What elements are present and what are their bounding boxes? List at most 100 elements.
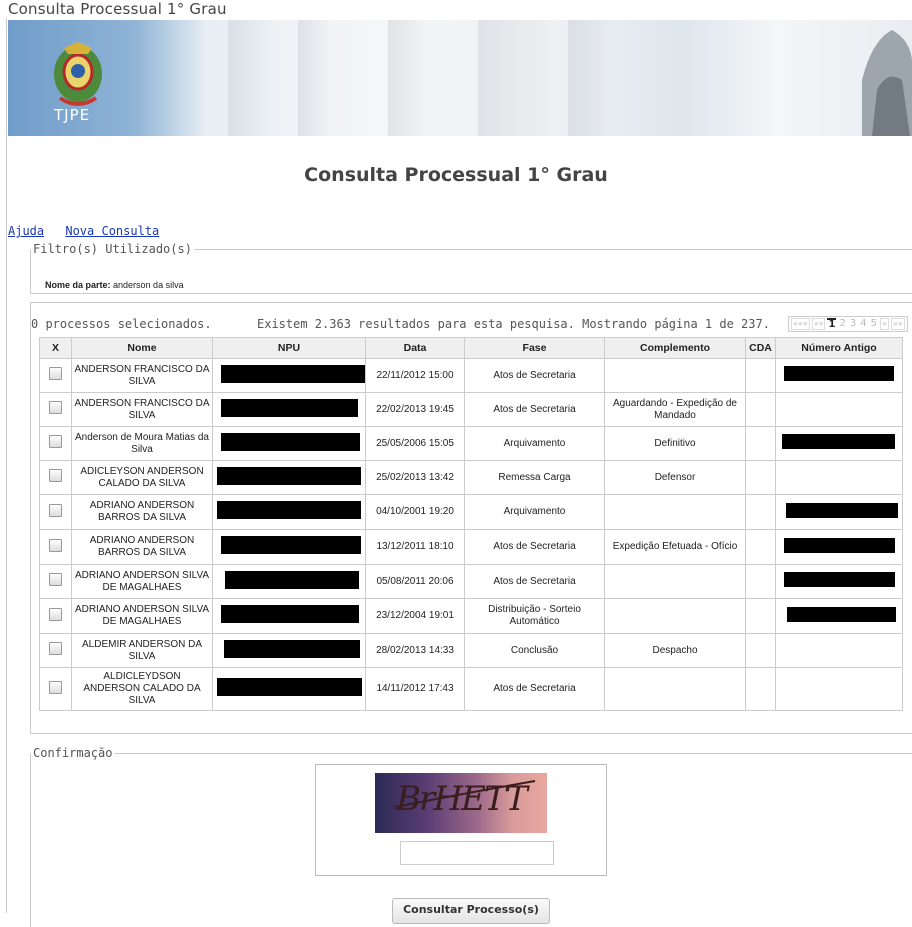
cell-npu xyxy=(212,460,366,495)
col-header-complemento[interactable]: Complemento xyxy=(604,337,746,359)
cell-complemento xyxy=(604,494,746,530)
redacted-npu xyxy=(224,639,360,658)
coat-of-arms-icon xyxy=(54,42,102,106)
captcha-text: BrHETT xyxy=(396,779,528,819)
cell-nome: ALDICLEYDSON ANDERSON CALADO DA SILVA xyxy=(71,667,213,711)
cell-cda xyxy=(745,529,776,565)
row-checkbox[interactable] xyxy=(49,401,62,414)
cell-numero-antigo xyxy=(775,633,903,668)
window-title: Consulta Processual 1° Grau xyxy=(8,0,227,18)
next-page-button[interactable]: » xyxy=(879,318,889,330)
row-checkbox-cell xyxy=(39,392,72,427)
row-checkbox[interactable] xyxy=(49,573,62,586)
page-link-4[interactable]: 4 xyxy=(859,319,867,329)
table-row: Anderson de Moura Matias da Silva 25/05/2… xyxy=(39,426,903,461)
cell-complemento: Aguardando - Expedição de Mandado xyxy=(604,392,746,427)
cell-complemento: Expedição Efetuada - Ofício xyxy=(604,529,746,565)
confirmation-legend: Confirmação xyxy=(33,746,113,760)
cell-complemento: Defensor xyxy=(604,460,746,495)
filter-fieldset: Filtro(s) Utilizado(s) Nome da parte: an… xyxy=(30,242,912,294)
table-row: ADRIANO ANDERSON BARROS DA SILVA 13/12/20… xyxy=(39,529,903,565)
redacted-npu xyxy=(221,605,359,623)
cell-numero-antigo xyxy=(775,598,903,634)
cell-fase: Atos de Secretaria xyxy=(464,392,605,427)
cell-cda xyxy=(745,667,776,711)
cell-data: 04/10/2001 19:20 xyxy=(365,494,465,530)
row-checkbox[interactable] xyxy=(49,642,62,655)
row-checkbox[interactable] xyxy=(49,469,62,482)
col-header-nome[interactable]: Nome xyxy=(71,337,213,359)
left-border xyxy=(6,18,7,913)
cell-data: 25/05/2006 15:05 xyxy=(365,426,465,461)
cell-data: 25/02/2013 13:42 xyxy=(365,460,465,495)
table-row: ANDERSON FRANCISCO DA SILVA 22/11/2012 15… xyxy=(39,358,903,393)
redacted-npu xyxy=(221,432,360,451)
first-page-button[interactable]: ««« xyxy=(791,318,810,330)
cell-nome: ADICLEYSON ANDERSON CALADO DA SILVA xyxy=(71,460,213,495)
cell-npu xyxy=(212,564,366,599)
page-link-1[interactable]: 1 xyxy=(827,318,837,330)
cell-cda xyxy=(745,494,776,530)
col-header-fase[interactable]: Fase xyxy=(464,337,605,359)
cell-cda xyxy=(745,598,776,634)
table-header-row: X Nome NPU Data Fase Complemento CDA Núm… xyxy=(39,337,903,359)
cell-nome: ADRIANO ANDERSON BARROS DA SILVA xyxy=(71,494,213,530)
row-checkbox[interactable] xyxy=(49,680,62,694)
cell-numero-antigo xyxy=(775,529,903,565)
redacted-numero-antigo xyxy=(784,572,895,587)
row-checkbox[interactable] xyxy=(49,503,62,517)
statue-image xyxy=(862,30,912,136)
col-header-numero-antigo[interactable]: Número Antigo xyxy=(775,337,903,359)
cell-data: 05/08/2011 20:06 xyxy=(365,564,465,599)
row-checkbox[interactable] xyxy=(49,538,62,552)
redacted-npu xyxy=(225,570,359,589)
table-row: ADRIANO ANDERSON SILVA DE MAGALHAES 05/08… xyxy=(39,564,903,599)
row-checkbox[interactable] xyxy=(49,435,62,448)
cell-fase: Atos de Secretaria xyxy=(464,358,605,393)
page-link-3[interactable]: 3 xyxy=(849,319,857,329)
col-header-x[interactable]: X xyxy=(39,337,72,359)
help-link[interactable]: Ajuda xyxy=(8,224,44,238)
top-links: Ajuda Nova Consulta xyxy=(8,224,173,238)
cell-npu xyxy=(212,667,366,711)
cell-numero-antigo xyxy=(775,494,903,530)
redacted-npu xyxy=(221,398,358,417)
cell-complemento: Definitivo xyxy=(604,426,746,461)
cell-data: 28/02/2013 14:33 xyxy=(365,633,465,668)
cell-data: 22/02/2013 19:45 xyxy=(365,392,465,427)
redacted-npu xyxy=(217,501,361,519)
table-row: ADICLEYSON ANDERSON CALADO DA SILVA 25/02… xyxy=(39,460,903,495)
last-page-button[interactable]: »» xyxy=(890,318,905,330)
new-search-link[interactable]: Nova Consulta xyxy=(65,224,159,238)
cell-complemento xyxy=(604,358,746,393)
redacted-numero-antigo xyxy=(782,434,895,449)
filter-value: anderson da silva xyxy=(113,280,184,290)
redacted-numero-antigo xyxy=(784,537,895,553)
header-banner: TJPE xyxy=(8,20,912,136)
captcha-input[interactable] xyxy=(400,841,554,865)
page-link-5[interactable]: 5 xyxy=(870,319,878,329)
col-header-data[interactable]: Data xyxy=(365,337,465,359)
cell-numero-antigo xyxy=(775,667,903,711)
redacted-npu xyxy=(217,466,361,485)
col-header-npu[interactable]: NPU xyxy=(212,337,366,359)
selected-count: 0 processos selecionados. xyxy=(31,317,212,331)
row-checkbox-cell xyxy=(39,426,72,461)
col-header-cda[interactable]: CDA xyxy=(745,337,776,359)
cell-fase: Remessa Carga xyxy=(464,460,605,495)
cell-data: 13/12/2011 18:10 xyxy=(365,529,465,565)
cell-nome: ADRIANO ANDERSON SILVA DE MAGALHAES xyxy=(71,564,213,599)
prev-page-button[interactable]: «« xyxy=(811,318,826,330)
submit-button[interactable]: Consultar Processo(s) xyxy=(392,898,550,924)
cell-npu xyxy=(212,358,366,393)
filter-legend: Filtro(s) Utilizado(s) xyxy=(33,242,192,256)
row-checkbox[interactable] xyxy=(49,607,62,621)
table-row: ADRIANO ANDERSON BARROS DA SILVA 04/10/20… xyxy=(39,494,903,530)
cell-numero-antigo xyxy=(775,426,903,461)
row-checkbox-cell xyxy=(39,667,72,711)
row-checkbox-cell xyxy=(39,358,72,393)
captcha-image: BrHETT xyxy=(375,773,547,833)
page-link-2[interactable]: 2 xyxy=(838,319,846,329)
row-checkbox-cell xyxy=(39,633,72,668)
row-checkbox[interactable] xyxy=(49,367,62,380)
